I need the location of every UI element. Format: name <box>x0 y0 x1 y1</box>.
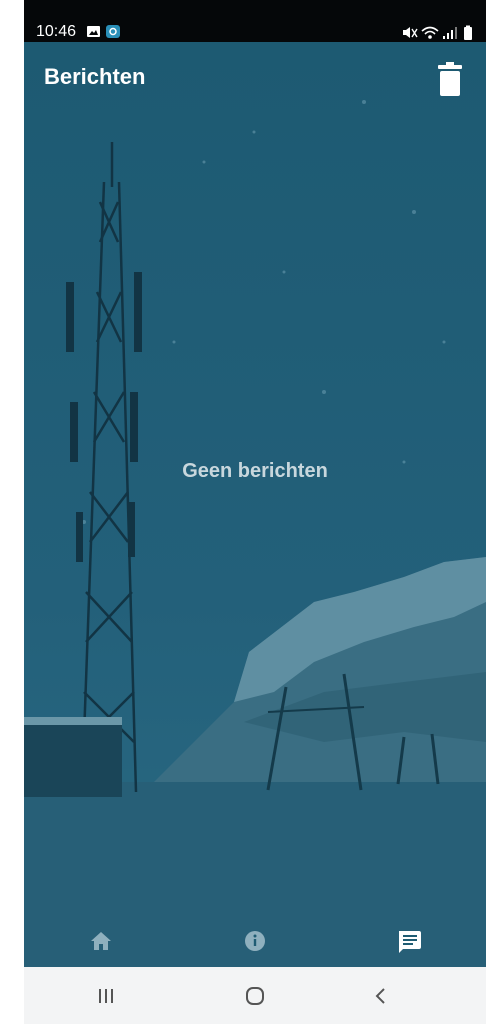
wifi-icon <box>421 26 439 39</box>
delete-button[interactable] <box>438 62 462 96</box>
status-bar: 10:46 <box>24 0 486 42</box>
recents-button[interactable] <box>86 979 126 1013</box>
recents-icon <box>99 989 113 1003</box>
tab-messages[interactable] <box>389 924 429 958</box>
info-icon <box>245 931 265 951</box>
system-nav-bar <box>24 967 486 1024</box>
background-image <box>24 42 486 967</box>
app-screen: 10:46 Berichten Geen berichten <box>24 0 486 1024</box>
app-notification-icon <box>106 25 120 38</box>
signal-icon <box>443 27 457 39</box>
message-icon <box>399 931 421 953</box>
home-nav-button[interactable] <box>235 979 275 1013</box>
back-button[interactable] <box>360 979 400 1013</box>
back-icon <box>375 988 385 1004</box>
home-circle-icon <box>246 987 264 1005</box>
page-title: Berichten <box>44 64 146 89</box>
empty-state-message: Geen berichten <box>182 460 328 482</box>
home-icon <box>91 932 111 950</box>
image-notification-icon <box>87 25 120 38</box>
tab-home[interactable] <box>81 924 121 958</box>
bottom-tab-bar <box>24 910 486 966</box>
trash-icon <box>438 62 462 96</box>
mute-icon <box>403 27 418 38</box>
battery-icon <box>464 25 472 40</box>
tab-info[interactable] <box>235 924 275 958</box>
status-time: 10:46 <box>36 23 77 40</box>
